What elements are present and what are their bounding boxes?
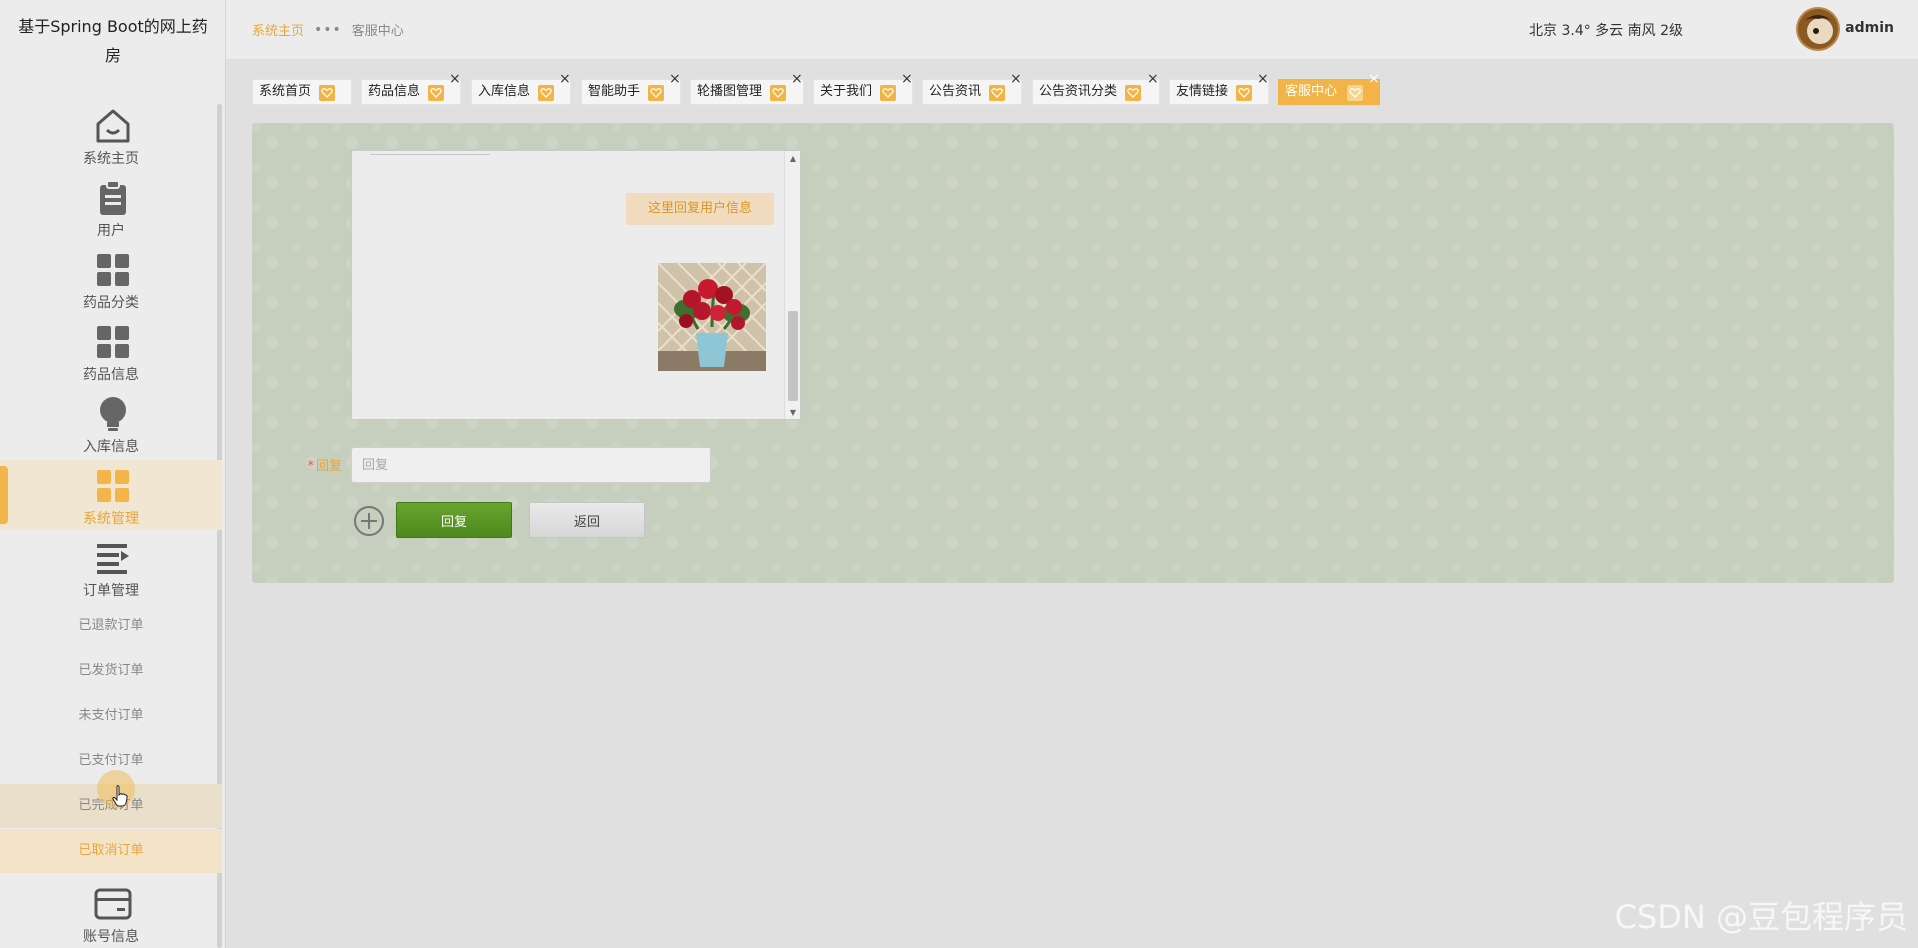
sidebar-subitem-unpaid-orders[interactable]: 未支付订单: [0, 694, 222, 738]
breadcrumb: 系统主页 ••• 客服中心: [252, 20, 404, 40]
chat-image-message[interactable]: [658, 263, 766, 371]
back-button[interactable]: 返回: [529, 502, 645, 538]
sidebar-item-label: 订单管理: [83, 583, 139, 599]
tab-announcements[interactable]: 公告资讯 ×: [922, 72, 1022, 105]
heart-icon: [880, 85, 896, 101]
sidebar-item-users[interactable]: 用户: [0, 172, 222, 242]
heart-icon: [989, 85, 1005, 101]
tab-customer-service[interactable]: 客服中心 ×: [1278, 72, 1380, 105]
weather-info: 北京 3.4° 多云 南风 2级: [1529, 23, 1683, 39]
sidebar-item-stock-in[interactable]: 入库信息: [0, 388, 222, 458]
tab-smart-assistant[interactable]: 智能助手 ×: [581, 72, 681, 105]
sidebar-item-label: 系统主页: [83, 151, 139, 167]
close-icon[interactable]: ×: [559, 72, 571, 86]
tab-label: 系统首页: [259, 84, 312, 99]
add-attachment-icon[interactable]: [353, 505, 385, 537]
tab-friendly-links[interactable]: 友情链接 ×: [1169, 72, 1269, 105]
sidebar-item-label: 用户: [97, 223, 125, 239]
grid-icon: [97, 326, 129, 358]
heart-icon: [770, 85, 786, 101]
sidebar-subitem-cancelled-orders[interactable]: 已取消订单: [0, 829, 222, 873]
tab-stock-in[interactable]: 入库信息 ×: [471, 72, 571, 105]
breadcrumb-separator: •••: [314, 21, 342, 38]
heart-icon: [1347, 85, 1363, 101]
app-title: 基于Spring Boot的网上药房: [18, 17, 208, 65]
tab-system-home[interactable]: 系统首页: [252, 79, 352, 105]
sidebar-item-home[interactable]: 系统主页: [0, 100, 222, 170]
tab-label: 入库信息: [478, 84, 531, 99]
chat-scrollbar[interactable]: ▲ ▼: [784, 151, 800, 419]
chat-history[interactable]: 这里回复用户信息 ▲ ▼: [351, 150, 801, 420]
close-icon[interactable]: ×: [669, 72, 681, 86]
sidebar-item-order-management[interactable]: 订单管理: [0, 532, 222, 602]
chat-message-edge: [370, 151, 490, 155]
heart-icon: [538, 85, 554, 101]
reply-submit-button[interactable]: 回复: [396, 502, 512, 538]
sidebar-item-drug-info[interactable]: 药品信息: [0, 316, 222, 386]
tab-label: 客服中心: [1285, 84, 1338, 99]
heart-icon: [319, 85, 335, 101]
sidebar-subitem-shipped-orders[interactable]: 已发货订单: [0, 649, 222, 693]
sidebar: 基于Spring Boot的网上药房 系统主页 用户 药品分类 药品信息 入库信…: [0, 0, 226, 948]
tab-label: 智能助手: [588, 84, 641, 99]
sidebar-item-label: 账号信息: [83, 929, 139, 945]
tab-drug-info[interactable]: 药品信息 ×: [361, 72, 461, 105]
sidebar-subitem-refunded-orders[interactable]: 已退款订单: [0, 604, 222, 648]
list-icon: [97, 544, 129, 574]
tab-label: 药品信息: [368, 84, 421, 99]
reply-label-text: 回复: [315, 459, 342, 474]
breadcrumb-current: 客服中心: [351, 24, 404, 39]
reply-field-label: * 回复: [282, 455, 342, 474]
tab-label: 友情链接: [1176, 84, 1229, 99]
sidebar-item-label: 入库信息: [83, 439, 139, 455]
required-mark: *: [307, 459, 314, 474]
content-panel: 这里回复用户信息 ▲ ▼ * 回复 回复 回复 返回: [252, 123, 1894, 583]
breadcrumb-home-link[interactable]: 系统主页: [252, 20, 304, 39]
reply-bubble: 这里回复用户信息: [626, 193, 774, 225]
tab-label: 关于我们: [820, 84, 873, 99]
sidebar-item-system-management[interactable]: 系统管理: [0, 460, 222, 530]
heart-icon: [1125, 85, 1141, 101]
home-icon: [96, 109, 130, 143]
tab-label: 公告资讯分类: [1039, 84, 1118, 99]
top-header: 系统主页 ••• 客服中心 北京 3.4° 多云 南风 2级 admin: [226, 0, 1918, 60]
close-icon[interactable]: ×: [1257, 72, 1269, 86]
sidebar-item-label: 药品分类: [83, 295, 139, 311]
close-icon[interactable]: ×: [1368, 72, 1380, 86]
close-icon[interactable]: ×: [791, 72, 803, 86]
lightbulb-icon: [100, 397, 126, 431]
close-icon[interactable]: ×: [449, 72, 461, 86]
grid-icon: [97, 470, 129, 502]
watermark: CSDN @豆包程序员: [1614, 898, 1908, 936]
clipboard-icon: [100, 180, 126, 215]
scroll-up-icon[interactable]: ▲: [785, 151, 800, 167]
tab-about-us[interactable]: 关于我们 ×: [813, 72, 913, 105]
close-icon[interactable]: ×: [1010, 72, 1022, 86]
avatar[interactable]: [1796, 7, 1840, 51]
scroll-down-icon[interactable]: ▼: [785, 405, 800, 419]
close-icon[interactable]: ×: [901, 72, 913, 86]
reply-input[interactable]: [351, 447, 711, 483]
tab-announcement-categories[interactable]: 公告资讯分类 ×: [1032, 72, 1160, 105]
username[interactable]: admin: [1845, 20, 1894, 36]
heart-icon: [1236, 85, 1252, 101]
tab-carousel-management[interactable]: 轮播图管理 ×: [690, 72, 804, 105]
scrollbar-thumb[interactable]: [788, 311, 798, 401]
grid-icon: [97, 254, 129, 286]
sidebar-item-account[interactable]: 账号信息: [0, 878, 222, 948]
tab-label: 轮播图管理: [697, 84, 763, 99]
close-icon[interactable]: ×: [1147, 72, 1159, 86]
card-icon: [94, 888, 132, 920]
heart-icon: [428, 85, 444, 101]
sidebar-item-label: 药品信息: [83, 367, 139, 383]
sidebar-item-drug-category[interactable]: 药品分类: [0, 244, 222, 314]
sidebar-item-label: 系统管理: [83, 511, 139, 527]
tab-label: 公告资讯: [929, 84, 982, 99]
heart-icon: [648, 85, 664, 101]
hand-cursor-icon: [112, 785, 128, 807]
